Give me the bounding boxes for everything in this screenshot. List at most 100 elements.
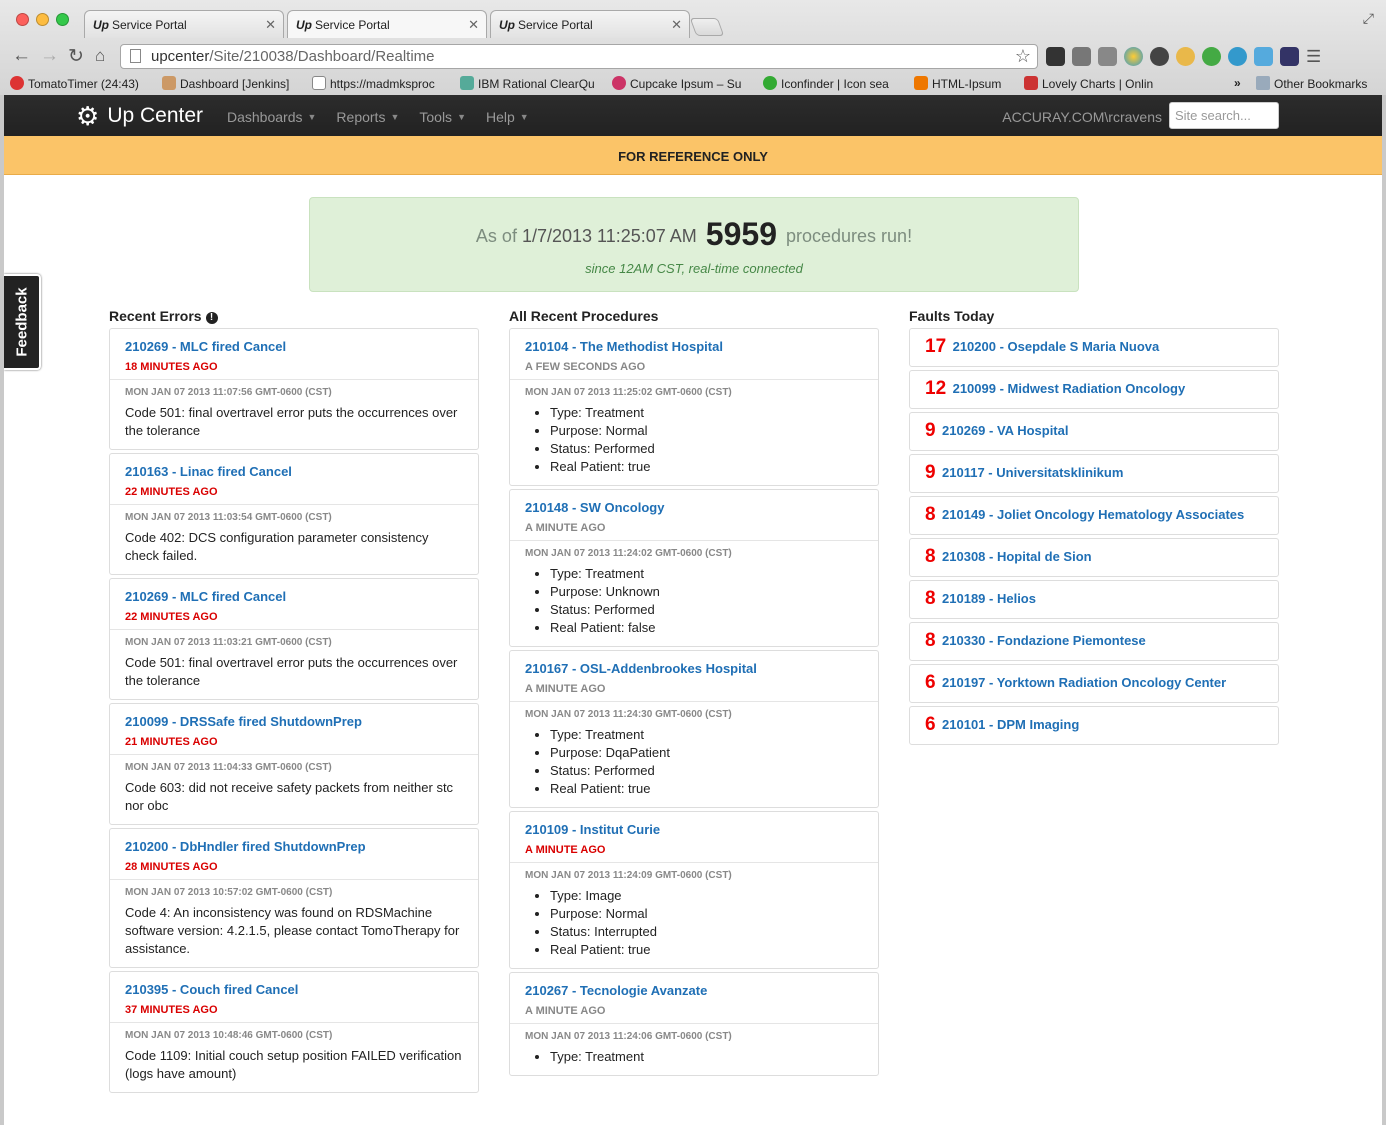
procedures-summary: As of 1/7/2013 11:25:07 AM 5959 procedur…: [309, 197, 1079, 292]
error-timestamp: MON JAN 07 2013 11:04:33 GMT-0600 (CST): [125, 762, 332, 773]
faults-today-heading: Faults Today: [909, 308, 995, 324]
summary-prefix: As of: [475, 226, 517, 246]
close-tab-icon[interactable]: ✕: [468, 17, 479, 33]
bookmark-item[interactable]: HTML-Ipsum: [914, 76, 1014, 91]
fault-row: 17 210200 - Osepdale S Maria Nuova: [909, 328, 1279, 367]
fault-site-link[interactable]: 210269 - VA Hospital: [942, 423, 1068, 438]
forward-icon[interactable]: →: [40, 45, 59, 67]
bookmark-label: Dashboard [Jenkins]: [180, 77, 290, 91]
wrench-extension-icon[interactable]: [1098, 47, 1117, 66]
bookmark-label: Lovely Charts | Onlin: [1042, 77, 1154, 91]
fault-site-link[interactable]: 210197 - Yorktown Radiation Oncology Cen…: [942, 675, 1226, 690]
bookmark-star-icon[interactable]: ☆: [1015, 46, 1031, 67]
procedure-detail-item: Status: Performed: [550, 601, 863, 619]
browser-tab[interactable]: Up Service Portal ✕: [490, 10, 690, 38]
fault-site-link[interactable]: 210308 - Hopital de Sion: [942, 549, 1092, 564]
error-title-link[interactable]: 210163 - Linac fired Cancel: [110, 454, 478, 480]
procedure-title-link[interactable]: 210148 - SW Oncology: [510, 490, 878, 516]
bookmark-favicon-icon: [612, 76, 626, 90]
fault-row: 12 210099 - Midwest Radiation Oncology: [909, 370, 1279, 409]
procedure-title-link[interactable]: 210167 - OSL-Addenbrookes Hospital: [510, 651, 878, 677]
layers-extension-icon[interactable]: [1046, 47, 1065, 66]
procedure-details: Type: TreatmentPurpose: NormalStatus: Pe…: [525, 404, 863, 476]
fault-count: 8: [925, 588, 936, 609]
settings-extension-icon[interactable]: [1150, 47, 1169, 66]
zoom-window-button[interactable]: [56, 13, 69, 26]
close-window-button[interactable]: [16, 13, 29, 26]
info-icon[interactable]: !: [205, 312, 218, 324]
nav-dashboards-dropdown[interactable]: Dashboards ▼: [227, 109, 316, 125]
fault-site-link[interactable]: 210200 - Osepdale S Maria Nuova: [953, 339, 1160, 354]
home-icon[interactable]: ⌂: [95, 46, 105, 66]
note-extension-icon[interactable]: [1254, 47, 1273, 66]
error-title-link[interactable]: 210200 - DbHndler fired ShutdownPrep: [110, 829, 478, 855]
bookmark-item[interactable]: IBM Rational ClearQu: [460, 76, 597, 91]
caret-down-icon: ▼: [390, 112, 400, 122]
speed-extension-icon[interactable]: [1280, 47, 1299, 66]
nav-help-dropdown[interactable]: Help ▼: [486, 109, 529, 125]
pocket-extension-icon[interactable]: [1072, 47, 1091, 66]
close-tab-icon[interactable]: ✕: [671, 17, 682, 33]
fault-site-link[interactable]: 210099 - Midwest Radiation Oncology: [953, 381, 1186, 396]
browser-tab-active[interactable]: Up Service Portal ✕: [287, 10, 487, 38]
procedure-title-link[interactable]: 210104 - The Methodist Hospital: [510, 329, 878, 355]
fault-site-link[interactable]: 210101 - DPM Imaging: [942, 717, 1079, 732]
error-title-link[interactable]: 210269 - MLC fired Cancel: [110, 579, 478, 605]
address-bar[interactable]: upcenter/Site/210038/Dashboard/Realtime …: [120, 44, 1038, 69]
bookmark-item[interactable]: https://madmksproc: [312, 76, 445, 91]
bookmark-item[interactable]: Cupcake Ipsum – Su: [612, 76, 748, 91]
fault-count: 8: [925, 546, 936, 567]
faults-today-column: Faults Today 17 210200 - Osepdale S Mari…: [909, 308, 1279, 748]
procedure-detail-item: Real Patient: true: [550, 780, 863, 798]
close-tab-icon[interactable]: ✕: [265, 17, 276, 33]
bookmark-item[interactable]: Lovely Charts | Onlin: [1024, 76, 1158, 91]
error-title-link[interactable]: 210269 - MLC fired Cancel: [110, 329, 478, 355]
feedback-tab[interactable]: Feedback: [4, 274, 41, 370]
timer-extension-icon[interactable]: [1202, 47, 1221, 66]
bookmark-item[interactable]: Dashboard [Jenkins]: [162, 76, 302, 91]
window-controls: [16, 13, 69, 26]
fault-site-link[interactable]: 210189 - Helios: [942, 591, 1036, 606]
compass-extension-icon[interactable]: [1228, 47, 1247, 66]
folder-icon: [1256, 76, 1270, 90]
error-time-ago: 37 MINUTES AGO: [110, 998, 478, 1023]
error-title-link[interactable]: 210099 - DRSSafe fired ShutdownPrep: [110, 704, 478, 730]
new-tab-button[interactable]: [689, 18, 725, 36]
fault-site-link[interactable]: 210330 - Fondazione Piemontese: [942, 633, 1146, 648]
nav-tools-dropdown[interactable]: Tools ▼: [419, 109, 466, 125]
bookmark-item[interactable]: Iconfinder | Icon sea: [763, 76, 899, 91]
cookie-extension-icon[interactable]: [1176, 47, 1195, 66]
minimize-window-button[interactable]: [36, 13, 49, 26]
bookmarks-overflow-button[interactable]: »: [1234, 76, 1241, 90]
bookmark-favicon-icon: [312, 76, 326, 90]
procedure-detail-item: Type: Treatment: [550, 565, 863, 583]
procedure-title-link[interactable]: 210267 - Tecnologie Avanzate: [510, 973, 878, 999]
gear-icon: ⚙: [76, 101, 100, 131]
url-path: /Site/210038/Dashboard/Realtime: [209, 48, 435, 65]
bookmark-favicon-icon: [1024, 76, 1038, 90]
procedure-card: 210167 - OSL-Addenbrookes Hospital A MINU…: [509, 650, 879, 808]
bookmark-item[interactable]: TomatoTimer (24:43): [10, 76, 150, 91]
procedure-detail-item: Purpose: Unknown: [550, 583, 863, 601]
menu-icon[interactable]: ☰: [1306, 47, 1321, 66]
color-picker-extension-icon[interactable]: [1124, 47, 1143, 66]
other-bookmarks-folder[interactable]: Other Bookmarks: [1256, 76, 1367, 91]
procedure-title-link[interactable]: 210109 - Institut Curie: [510, 812, 878, 838]
brand-link[interactable]: ⚙ Up Center: [76, 101, 203, 131]
procedure-time-ago: A MINUTE AGO: [510, 677, 878, 702]
nav-reports-dropdown[interactable]: Reports ▼: [336, 109, 399, 125]
fault-row: 6 210101 - DPM Imaging: [909, 706, 1279, 745]
error-title-link[interactable]: 210395 - Couch fired Cancel: [110, 972, 478, 998]
fault-site-link[interactable]: 210149 - Joliet Oncology Hematology Asso…: [942, 507, 1244, 522]
procedure-body: MON JAN 07 2013 11:25:02 GMT-0600 (CST) T…: [510, 380, 878, 485]
reload-icon[interactable]: ↻: [68, 45, 84, 68]
current-user[interactable]: ACCURAY.COM\rcravens: [1002, 109, 1162, 125]
browser-tab[interactable]: Up Service Portal ✕: [84, 10, 284, 38]
back-icon[interactable]: ←: [12, 45, 31, 67]
fault-site-link[interactable]: 210117 - Universitatsklinikum: [942, 465, 1123, 480]
site-search-input[interactable]: [1169, 102, 1279, 129]
main-nav: Dashboards ▼ Reports ▼ Tools ▼ Help ▼: [227, 109, 549, 125]
feedback-label: Feedback: [13, 287, 30, 357]
procedure-detail-item: Type: Image: [550, 887, 863, 905]
fullscreen-icon[interactable]: ⤢: [1363, 10, 1374, 27]
